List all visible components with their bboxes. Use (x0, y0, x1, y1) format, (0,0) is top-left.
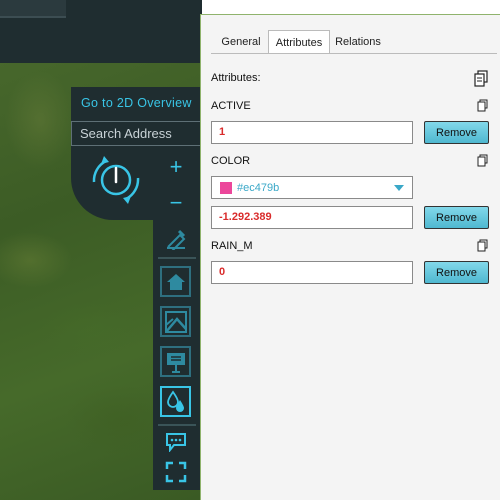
water-drops-icon[interactable] (160, 386, 191, 417)
tab-divider (211, 53, 497, 54)
copy-icon[interactable] (477, 154, 488, 167)
toolbar-divider (158, 424, 196, 426)
billboard-icon[interactable] (160, 346, 191, 377)
search-address-input[interactable] (71, 121, 202, 146)
color-hex-value: #ec479b (237, 181, 280, 194)
home-icon[interactable] (160, 266, 191, 297)
copy-icon[interactable] (477, 239, 488, 252)
attribute-value-field[interactable]: -1.292.389 (211, 206, 413, 229)
attributes-heading: Attributes: (211, 72, 261, 84)
tab-attributes[interactable]: Attributes (268, 30, 330, 54)
attribute-name-rain-m: RAIN_M (211, 240, 253, 252)
map-image-icon[interactable] (160, 306, 191, 337)
chat-icon[interactable] (163, 430, 189, 454)
ruler-icon[interactable] (163, 226, 189, 252)
color-picker-select[interactable]: #ec479b (211, 176, 413, 199)
attribute-name-active: ACTIVE (211, 100, 251, 112)
tab-relations[interactable]: Relations (330, 30, 386, 53)
attribute-value-field[interactable]: 0 (211, 261, 413, 284)
attribute-value-field[interactable]: 1 (211, 121, 413, 144)
zoom-out-button[interactable]: − (163, 190, 189, 216)
chevron-down-icon (394, 185, 404, 191)
copy-icon[interactable] (477, 99, 488, 112)
zoom-in-button[interactable]: + (163, 154, 189, 180)
color-swatch (220, 181, 232, 194)
fullscreen-icon[interactable] (163, 460, 189, 484)
rotate-compass-icon[interactable] (88, 152, 144, 208)
go-to-2d-overview-link[interactable]: Go to 2D Overview (81, 96, 192, 110)
remove-button[interactable]: Remove (424, 261, 489, 284)
toolbar-divider (158, 257, 196, 259)
top-strip (0, 0, 66, 18)
remove-button[interactable]: Remove (424, 121, 489, 144)
attributes-panel (200, 14, 500, 500)
top-bar (0, 0, 202, 63)
copy-all-icon[interactable] (474, 70, 488, 87)
attribute-name-color: COLOR (211, 155, 251, 167)
remove-button[interactable]: Remove (424, 206, 489, 229)
tab-general[interactable]: General (211, 30, 271, 53)
